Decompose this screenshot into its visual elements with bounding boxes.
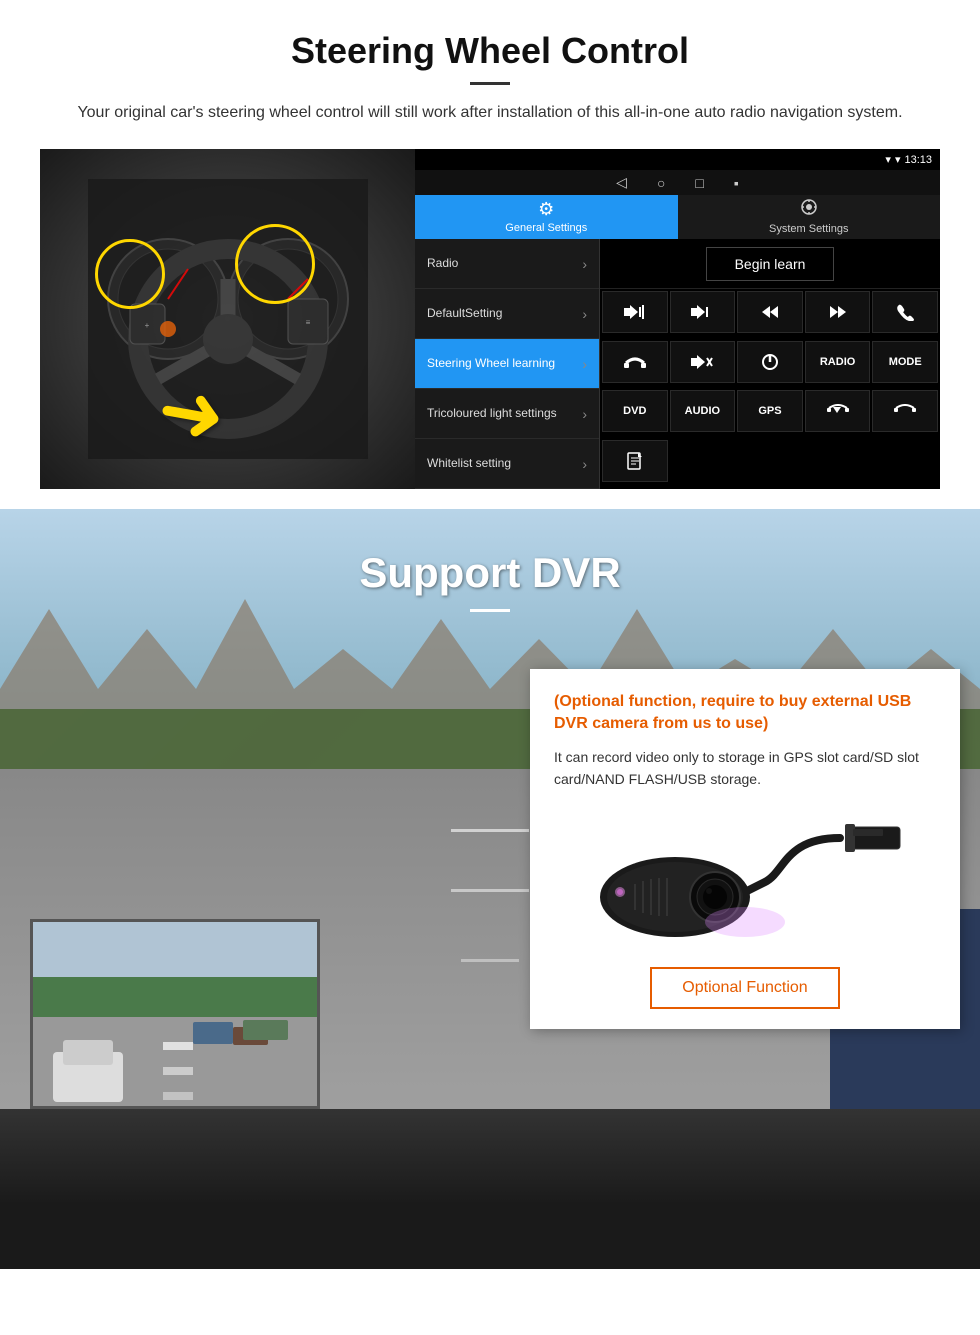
controls-grid: RADIO MODE DVD AUDIO GPS xyxy=(600,289,940,489)
steering-description: Your original car's steering wheel contr… xyxy=(60,101,920,125)
nav-home-icon[interactable]: ○ xyxy=(657,175,665,191)
dvr-section: Support DVR (Optional function, require … xyxy=(0,509,980,1269)
dvr-title-divider xyxy=(470,609,510,612)
tab-general-label: General Settings xyxy=(505,222,587,234)
circle-highlight-left xyxy=(95,239,165,309)
steering-title: Steering Wheel Control xyxy=(40,30,940,72)
android-panel: ▾ ▾ 13:13 ◁ ○ □ ▪ ⚙ General Settings xyxy=(415,149,940,489)
ctrl-prev-track[interactable] xyxy=(737,291,803,333)
dvr-camera-svg xyxy=(585,812,905,942)
ctrl-phone-next[interactable] xyxy=(872,390,938,432)
chevron-icon-tricoloured: › xyxy=(582,406,587,422)
tab-system-label: System Settings xyxy=(769,223,848,235)
tab-general-settings[interactable]: ⚙ General Settings xyxy=(415,195,678,239)
dvr-camera-image xyxy=(585,807,905,947)
menu-whitelist-label: Whitelist setting xyxy=(427,456,511,470)
ctrl-vol-up[interactable] xyxy=(602,291,668,333)
menu-item-tricoloured[interactable]: Tricoloured light settings › xyxy=(415,389,599,439)
nav-menu-icon[interactable]: ▪ xyxy=(734,175,739,191)
menu-item-steering[interactable]: Steering Wheel learning › xyxy=(415,339,599,389)
ctrl-hangup[interactable] xyxy=(602,341,668,383)
controls-panel: Begin learn xyxy=(600,239,940,489)
steering-section: Steering Wheel Control Your original car… xyxy=(0,0,980,509)
ctrl-radio[interactable]: RADIO xyxy=(805,341,871,383)
ctrl-file[interactable] xyxy=(602,440,668,482)
android-nav-bar: ◁ ○ □ ▪ xyxy=(415,170,940,194)
dvr-optional-title: (Optional function, require to buy exter… xyxy=(554,691,936,736)
tab-system-settings[interactable]: System Settings xyxy=(678,195,941,239)
dvr-description: It can record video only to storage in G… xyxy=(554,746,936,791)
chevron-icon-steering: › xyxy=(582,356,587,372)
ctrl-power[interactable] xyxy=(737,341,803,383)
optional-function-button[interactable]: Optional Function xyxy=(650,967,839,1009)
signal-icon: ▾ xyxy=(885,153,891,166)
ctrl-audio[interactable]: AUDIO xyxy=(670,390,736,432)
svg-text:+: + xyxy=(144,321,149,330)
system-icon xyxy=(800,198,818,221)
begin-learn-button[interactable]: Begin learn xyxy=(706,247,835,281)
nav-back-icon[interactable]: ◁ xyxy=(616,174,627,191)
steering-wheel-svg: + ≡ xyxy=(88,179,368,459)
dvr-dashboard xyxy=(0,1109,980,1269)
ctrl-next-track[interactable] xyxy=(805,291,871,333)
statusbar-icons: ▾ ▾ 13:13 xyxy=(885,153,932,166)
android-statusbar: ▾ ▾ 13:13 xyxy=(415,149,940,170)
circle-highlight-right xyxy=(235,224,315,304)
chevron-icon-radio: › xyxy=(582,256,587,272)
menu-steering-label: Steering Wheel learning xyxy=(427,356,555,370)
steering-wheel-image: + ≡ ➜ xyxy=(40,149,415,489)
ctrl-mode[interactable]: MODE xyxy=(872,341,938,383)
title-divider xyxy=(470,82,510,85)
menu-controls-area: Radio › DefaultSetting › Steering Wheel … xyxy=(415,239,940,489)
time-display: 13:13 xyxy=(904,154,932,166)
menu-list: Radio › DefaultSetting › Steering Wheel … xyxy=(415,239,600,489)
menu-radio-label: Radio xyxy=(427,256,458,270)
wifi-icon: ▾ xyxy=(895,153,901,166)
chevron-icon-whitelist: › xyxy=(582,456,587,472)
menu-tricoloured-label: Tricoloured light settings xyxy=(427,406,557,420)
dvr-info-card: (Optional function, require to buy exter… xyxy=(530,669,960,1029)
footage-inner xyxy=(33,922,317,1106)
ctrl-dvd[interactable]: DVD xyxy=(602,390,668,432)
menu-item-default[interactable]: DefaultSetting › xyxy=(415,289,599,339)
gear-icon: ⚙ xyxy=(538,199,554,220)
menu-default-label: DefaultSetting xyxy=(427,306,502,320)
ctrl-vol-down[interactable] xyxy=(670,291,736,333)
begin-learn-row: Begin learn xyxy=(600,239,940,289)
svg-text:≡: ≡ xyxy=(305,318,310,327)
chevron-icon-default: › xyxy=(582,306,587,322)
ctrl-phone[interactable] xyxy=(872,291,938,333)
dvr-title-area: Support DVR xyxy=(0,509,980,622)
menu-item-whitelist[interactable]: Whitelist setting › xyxy=(415,439,599,489)
dvr-footage-preview xyxy=(30,919,320,1109)
ctrl-mute[interactable] xyxy=(670,341,736,383)
dvr-title: Support DVR xyxy=(0,549,980,597)
nav-recent-icon[interactable]: □ xyxy=(695,175,703,191)
ctrl-gps[interactable]: GPS xyxy=(737,390,803,432)
ctrl-phone-prev[interactable] xyxy=(805,390,871,432)
settings-tabs: ⚙ General Settings System Settings xyxy=(415,195,940,239)
menu-item-radio[interactable]: Radio › xyxy=(415,239,599,289)
device-area: + ≡ ➜ xyxy=(40,149,940,489)
